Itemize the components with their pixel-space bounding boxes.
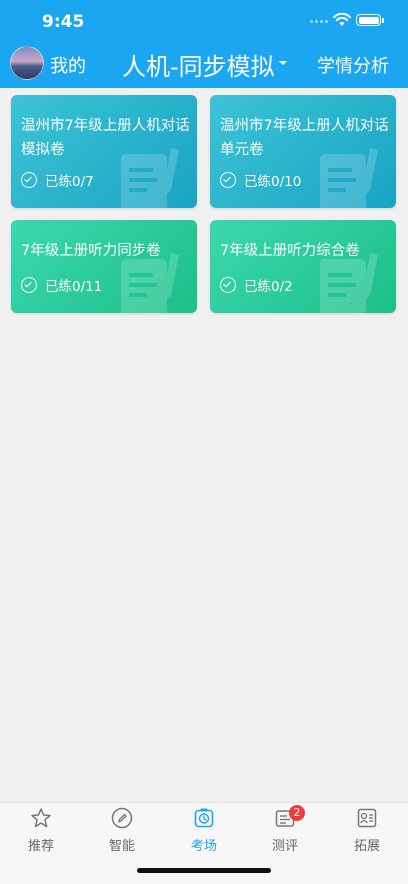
exam-card[interactable]: 7年级上册听力同步卷 已练0/11	[11, 220, 197, 313]
tab-exam[interactable]: 考场	[163, 803, 245, 859]
notification-badge: 2	[289, 805, 305, 821]
card-progress: 已练0/2	[220, 275, 293, 295]
document-pencil-icon	[121, 148, 179, 208]
home-indicator	[137, 868, 271, 873]
tab-label: 推荐	[27, 839, 54, 854]
check-circle-icon	[21, 277, 37, 293]
progress-text: 已练0/10	[244, 174, 302, 190]
exam-card[interactable]: 7年级上册听力综合卷 已练0/2	[210, 220, 396, 313]
tab-label: 测评	[271, 839, 298, 854]
tab-smart[interactable]: 智能	[81, 803, 163, 859]
analysis-button[interactable]: 学情分析	[317, 52, 389, 78]
document-pencil-icon	[320, 253, 378, 313]
document-pencil-icon	[320, 148, 378, 208]
exam-card[interactable]: 温州市7年级上册人机对话 模拟卷 已练0/7	[11, 95, 197, 208]
avatar[interactable]	[10, 46, 44, 80]
pencil-circle-icon	[111, 807, 133, 829]
chevron-down-icon[interactable]	[279, 61, 287, 65]
card-progress: 已练0/10	[220, 170, 301, 190]
profile-card-icon	[357, 808, 377, 828]
tab-label: 考场	[190, 839, 217, 854]
top-bar: 9:45 我的 人机-同步模拟 学情分析	[0, 0, 408, 88]
progress-text: 已练0/7	[45, 174, 94, 190]
tab-assessment[interactable]: 2 测评	[244, 803, 326, 859]
status-time: 9:45	[42, 12, 85, 32]
card-progress: 已练0/11	[21, 275, 102, 295]
cellular-signal-icon	[310, 20, 328, 24]
clock-icon	[194, 808, 214, 828]
exam-card[interactable]: 温州市7年级上册人机对话 单元卷 已练0/10	[210, 95, 396, 208]
tab-label: 智能	[108, 839, 135, 854]
check-circle-icon	[220, 172, 236, 188]
card-progress: 已练0/7	[21, 170, 94, 190]
star-icon	[31, 808, 51, 828]
progress-text: 已练0/11	[45, 279, 103, 295]
battery-icon	[356, 14, 381, 26]
tab-recommend[interactable]: 推荐	[0, 803, 82, 859]
document-pencil-icon	[121, 253, 179, 313]
progress-text: 已练0/2	[244, 279, 293, 295]
tab-label: 拓展	[353, 839, 380, 854]
check-circle-icon	[220, 277, 236, 293]
battery-tip	[382, 18, 384, 23]
check-circle-icon	[21, 172, 37, 188]
me-label[interactable]: 我的	[50, 52, 86, 78]
page-title[interactable]: 人机-同步模拟	[122, 47, 275, 82]
tab-expand[interactable]: 拓展	[326, 803, 408, 859]
wifi-icon	[333, 13, 351, 26]
